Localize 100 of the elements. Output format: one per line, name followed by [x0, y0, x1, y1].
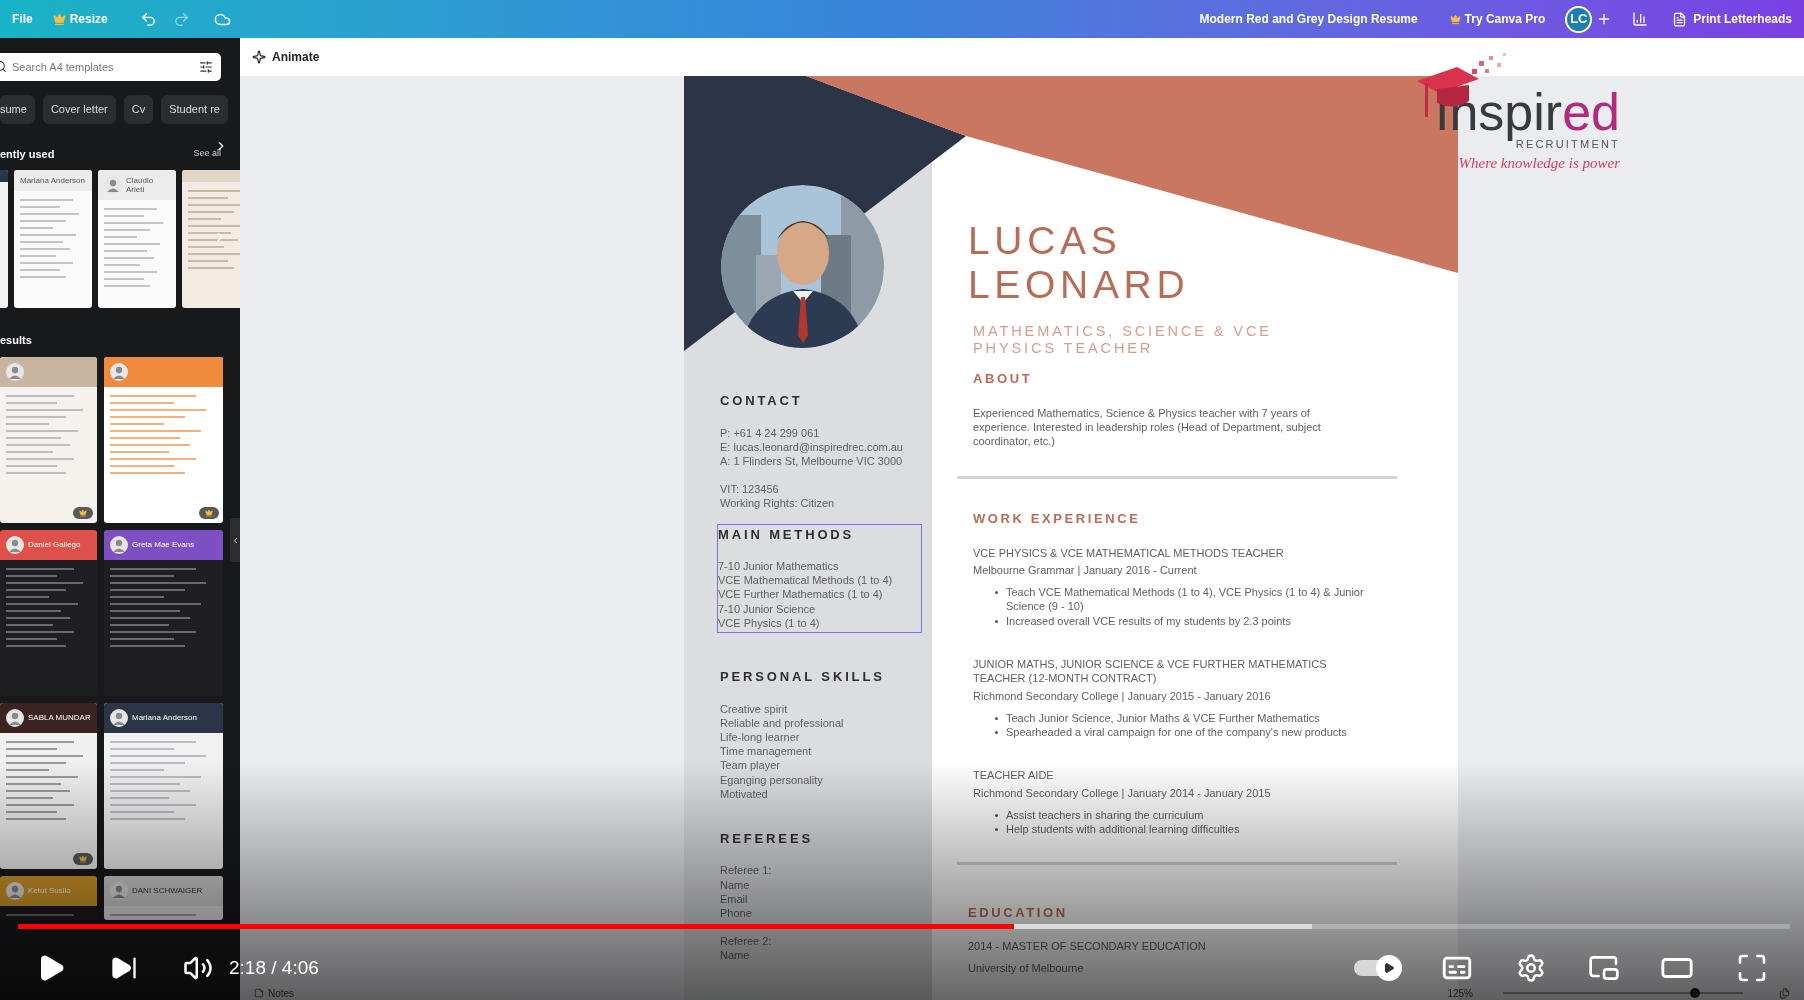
crown-icon: [205, 508, 213, 517]
section-heading: ABOUT: [973, 370, 1033, 388]
section-heading: ently used: [0, 146, 55, 162]
resume-text: Email: [720, 891, 749, 907]
template-thumbnail[interactable]: Mariana Anderson: [104, 702, 223, 869]
candidate-name: LEONARD: [968, 263, 1190, 307]
position-title: TEACHER AIDE: [973, 768, 1055, 783]
category-chip[interactable]: Cover letter: [42, 95, 116, 124]
template-thumbnail[interactable]: Greta Mae Evans: [104, 529, 223, 696]
template-name: DANI SCHWAIGER: [132, 886, 203, 895]
fullscreen-icon[interactable]: [1736, 952, 1768, 984]
resume-text: Help students with additional learning difficulties: [1006, 821, 1241, 837]
resume-text: Referee 2:: [720, 934, 773, 949]
see-all-link[interactable]: See all: [193, 147, 221, 161]
resume-text: E: lucas.leonard@inspiredrec.com.au: [720, 439, 904, 454]
resume-text: A: 1 Flinders St, Melbourne VIC 3000: [720, 453, 904, 469]
template-name: Mariana Anderson: [20, 176, 85, 185]
undo-icon[interactable]: [139, 10, 157, 28]
resume-text: VCE Further Mathematics (1 to 4): [718, 587, 884, 602]
resume-text: VIT: 123456: [720, 482, 780, 497]
print-button[interactable]: Print Letterheads: [1668, 10, 1792, 28]
resume-text: Name: [720, 877, 751, 892]
template-name: Ketut Susilo: [28, 886, 71, 895]
section-heading: esults: [0, 333, 33, 348]
section-heading: PERSONAL SKILLS: [720, 668, 886, 687]
animate-icon: [252, 50, 266, 64]
resume-text: VCE Physics (1 to 4): [718, 615, 821, 631]
settings-icon[interactable]: [1516, 953, 1546, 983]
candidate-name: LUCAS: [968, 219, 1123, 263]
resume-text: Time management: [720, 744, 813, 759]
user-avatar[interactable]: LC: [1565, 5, 1593, 33]
template-thumbnail[interactable]: DANI SCHWAIGER: [104, 875, 223, 920]
resume-text: 7-10 Junior Science: [718, 601, 817, 616]
crown-icon: [1449, 13, 1461, 25]
document-icon: [1672, 11, 1688, 27]
resume-text: Increased overall VCE results of my students by 2.3 points: [1006, 613, 1292, 628]
crown-icon: [79, 854, 87, 863]
notes-icon: [254, 988, 264, 998]
collapse-handle[interactable]: [230, 518, 240, 562]
resume-text: 7-10 Junior Mathematics: [718, 559, 840, 574]
resume-text: Spearheaded a viral campaign for one of the company's new products: [1006, 724, 1348, 740]
slider-thumb[interactable]: [1690, 988, 1700, 998]
crown-icon: [79, 508, 87, 517]
category-chip[interactable]: sume: [0, 95, 35, 124]
template-thumbnail[interactable]: Claudio Arieti: [98, 170, 176, 308]
crown-icon: [52, 12, 66, 26]
resume-text: Eganging personality: [720, 772, 824, 787]
pages-icon[interactable]: [1779, 987, 1790, 999]
filter-icon[interactable]: [199, 60, 213, 74]
template-thumbnail[interactable]: [182, 170, 240, 308]
section-heading: WORK EXPERIENCE: [973, 510, 1141, 529]
resume-text: Referee 1:: [720, 863, 773, 878]
about-paragraph: Experienced Mathematics, Science & Physics teacher with 7 years of experience. Interested in leadership roles (Head of Department, subject coordinator, etc.): [973, 405, 1322, 449]
section-heading: EDUCATION: [968, 904, 1068, 923]
document-title[interactable]: Modern Red and Grey Design Resume: [1199, 10, 1418, 28]
institution-name: University of Melbourne: [968, 960, 1084, 975]
degree-title: 2014 - MASTER OF SECONDARY EDUCATION: [968, 938, 1206, 953]
resume-text: Teach VCE Mathematical Methods (1 to 4), VCE Physics (1 to 4) & Junior Science (9 - 10): [1006, 585, 1365, 614]
category-chip[interactable]: Student re: [161, 95, 228, 124]
resume-text: Teach Junior Science, Junior Maths & VCE Further Mathematics: [1006, 710, 1321, 725]
resume-text: Team player: [720, 758, 781, 773]
template-thumbnail[interactable]: [0, 356, 97, 523]
zoom-level: 125%: [1447, 986, 1473, 1000]
template-name: Daniel Gallego: [28, 540, 81, 549]
try-pro-button[interactable]: Try Canva Pro: [1449, 10, 1546, 28]
position-title: VCE PHYSICS & VCE MATHEMATICAL METHODS TEACHER: [973, 545, 1285, 561]
employer-line: Melbourne Grammar | January 2016 - Current: [973, 563, 1198, 578]
resume-text: Reliable and professional: [720, 715, 845, 730]
template-name: Claudio Arieti: [126, 176, 155, 194]
template-name: Greta Mae Evans: [132, 540, 195, 549]
progress-track[interactable]: [18, 924, 1790, 929]
resume-text: Working Rights: Citizen: [720, 496, 836, 511]
template-thumbnail[interactable]: Mariana Anderson: [14, 170, 92, 308]
resume-text: Motivated: [720, 786, 769, 801]
logo-subline: RECRUITMENT: [1515, 138, 1620, 150]
play-icon: [1383, 962, 1395, 974]
section-heading: CONTACT: [720, 392, 804, 410]
employer-line: Richmond Secondary College | January 2014 - January 2015: [973, 785, 1272, 800]
search-field[interactable]: Search A4 templates: [0, 53, 221, 81]
template-thumbnail[interactable]: SABLA MUNDAR: [0, 702, 97, 869]
resume-section[interactable]: CONTACT P: +61 4 24 299 061 E: lucas.leonard@inspiredrec.com.au A: 1 Flinders St, Melbourne VIC 3000 VIT: 123456 Working Rights: Citizen: [719, 390, 922, 512]
logo-tagline: Where knowledge is power: [1458, 154, 1620, 173]
animate-button[interactable]: Animate: [252, 48, 320, 66]
resume-text: Life-long learner: [720, 729, 801, 745]
template-thumbnail[interactable]: Daniel Gallego: [0, 529, 97, 696]
section-heading: REFEREES: [720, 829, 814, 848]
autoplay-toggle[interactable]: [1354, 955, 1402, 981]
resume-text: Name: [720, 948, 751, 963]
employer-line: Richmond Secondary College | January 2015 - January 2016: [973, 688, 1272, 703]
resume-text: Assist teachers in sharing the curriculum: [1006, 807, 1205, 822]
resume-text: Creative spirit: [720, 701, 789, 716]
resume-text: P: +61 4 24 299 061: [720, 425, 821, 440]
template-name: SABLA MUNDAR: [28, 713, 91, 722]
resume-section[interactable]: MAIN METHODS 7-10 Junior Mathematics VCE Mathematical Methods (1 to 4) VCE Further Mathematics (1 to 4) 7-10 Junior Science VCE Physics (1 to 4): [717, 523, 922, 634]
chart-icon[interactable]: [1632, 11, 1649, 27]
resume-section[interactable]: REFEREES Referee 1: Name Email Phone Referee 2: Name: [719, 827, 922, 964]
template-thumbnail[interactable]: [104, 356, 223, 523]
category-chip[interactable]: Cv: [123, 95, 154, 124]
section-heading: MAIN METHODS: [718, 525, 856, 544]
resume-section[interactable]: PERSONAL SKILLS Creative spirit Reliable and professional Life-long learner Time management Team player Eganging personality Motivated: [719, 666, 922, 802]
